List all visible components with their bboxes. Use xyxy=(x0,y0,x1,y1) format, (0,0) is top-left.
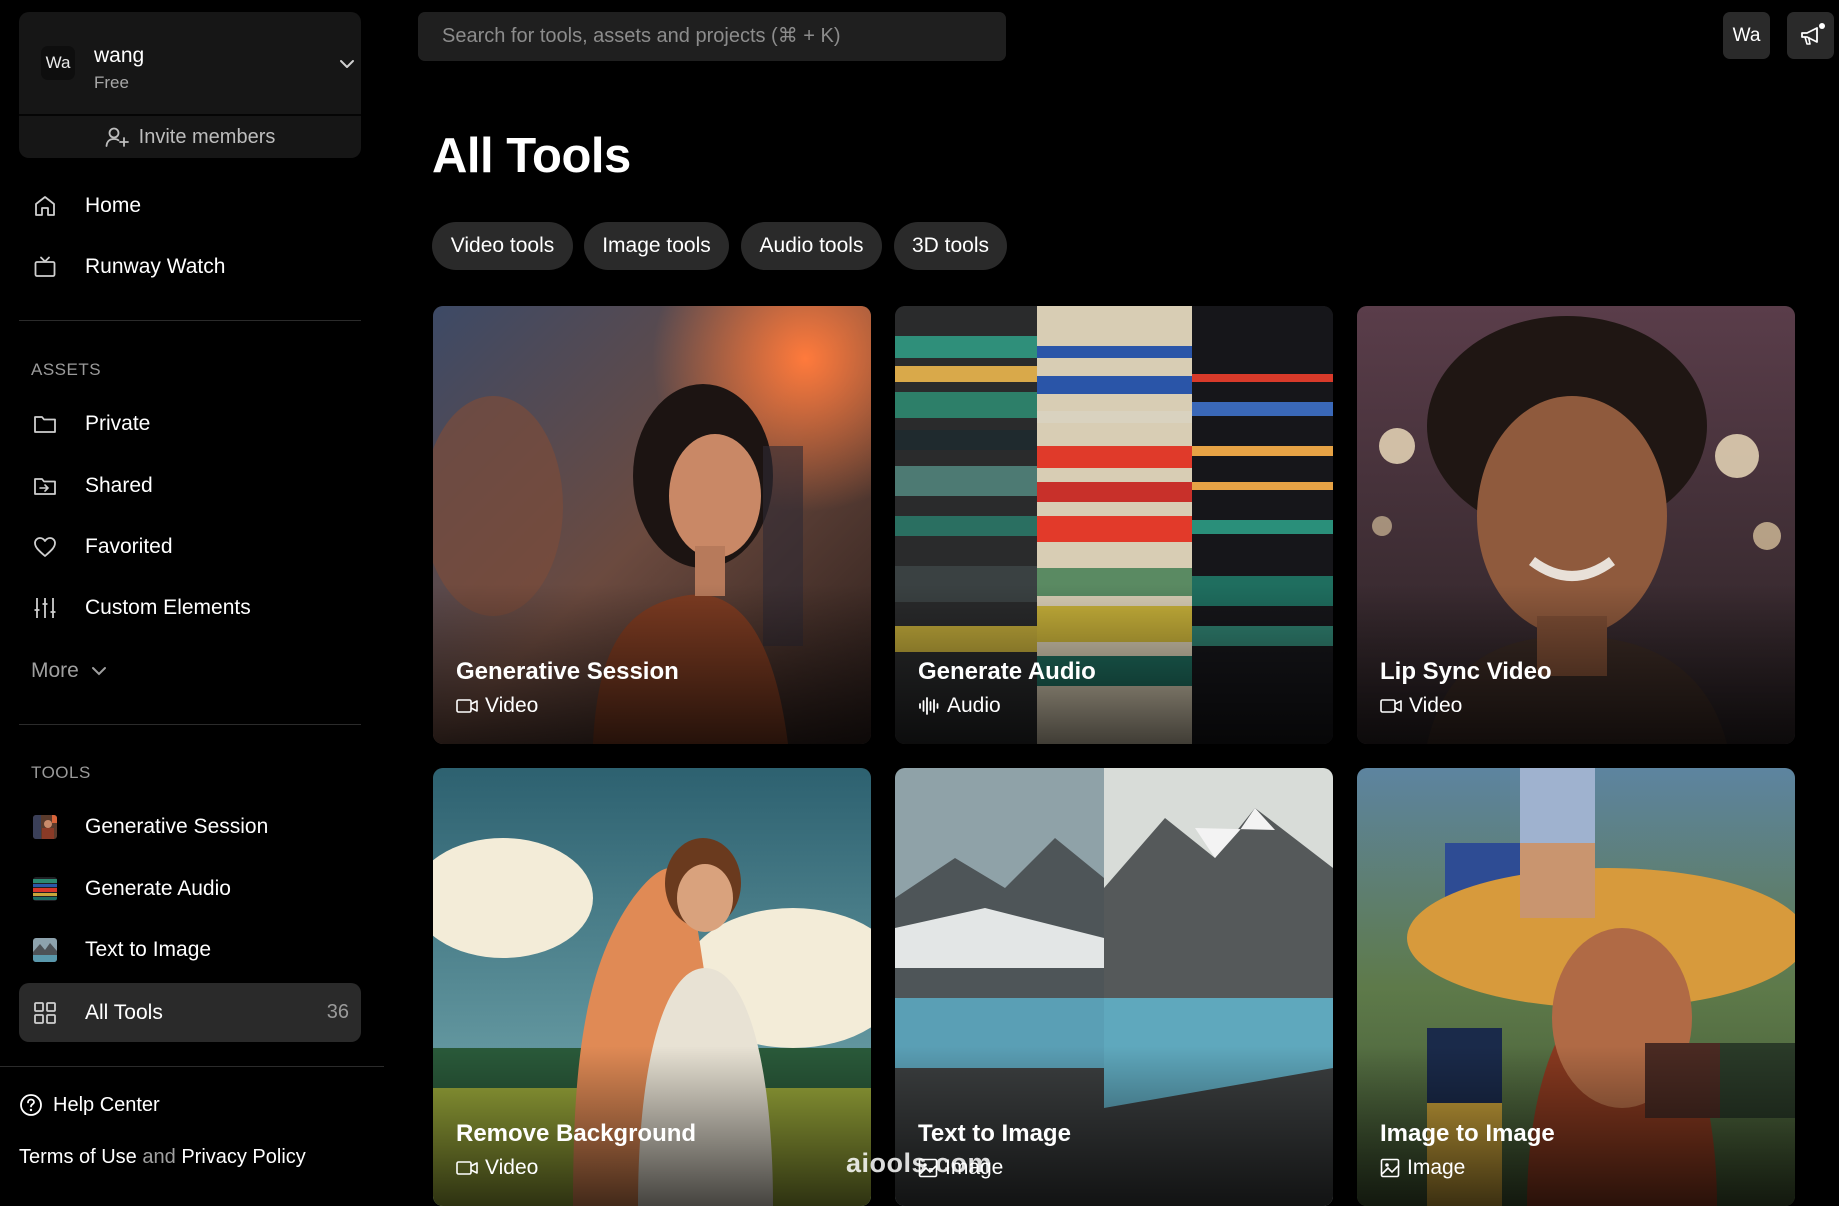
tool-card-type-label: Video xyxy=(485,1156,539,1179)
tool-card-title: Generate Audio xyxy=(918,658,1096,685)
terms-of-use-link[interactable]: Terms of Use xyxy=(19,1146,137,1168)
add-user-icon xyxy=(105,127,129,147)
grid-icon xyxy=(30,1001,60,1025)
sidebar-divider xyxy=(19,724,361,725)
invite-members-label: Invite members xyxy=(138,125,276,148)
tv-icon xyxy=(30,255,60,279)
text-to-image-thumbnail-icon xyxy=(30,938,60,962)
audio-wave-icon xyxy=(919,697,939,715)
account-avatar: Wa xyxy=(41,46,75,80)
help-center-link[interactable]: Help Center xyxy=(19,1090,160,1120)
sidebar-item-label: Generative Session xyxy=(85,815,269,838)
tool-card-image-to-image[interactable]: Image to Image Image xyxy=(1357,768,1795,1206)
tool-card-remove-background[interactable]: Remove Background Video xyxy=(433,768,871,1206)
sliders-icon xyxy=(30,596,60,620)
sidebar-item-label: Text to Image xyxy=(85,938,212,961)
sidebar-item-custom-elements[interactable]: Custom Elements xyxy=(19,582,361,634)
heart-icon xyxy=(30,536,60,558)
sidebar-item-runway-watch[interactable]: Runway Watch xyxy=(19,241,361,293)
tool-card-type: Video xyxy=(456,1156,538,1180)
tool-card-type-label: Image xyxy=(1407,1156,1466,1179)
sidebar-item-favorited[interactable]: Favorited xyxy=(19,521,361,573)
user-avatar-button[interactable]: Wa xyxy=(1723,12,1770,59)
tool-card-type: Image xyxy=(1380,1156,1465,1180)
sidebar-item-text-to-image[interactable]: Text to Image xyxy=(19,924,361,976)
tool-card-type-label: Audio xyxy=(947,694,1001,717)
more-label: More xyxy=(31,659,79,682)
account-switcher[interactable]: Wa wang Free xyxy=(19,12,361,102)
generate-audio-thumbnail-icon xyxy=(30,877,60,901)
tool-card-title: Text to Image xyxy=(918,1120,1071,1147)
account-plan: Free xyxy=(94,73,129,92)
sidebar-item-generative-session[interactable]: Generative Session xyxy=(19,801,361,853)
legal-links: Terms of Use and Privacy Policy xyxy=(19,1146,306,1169)
page-title: All Tools xyxy=(432,129,631,183)
sidebar-item-label: Runway Watch xyxy=(85,255,226,278)
sidebar-footer-divider xyxy=(0,1066,384,1067)
tool-card-lip-sync-video[interactable]: Lip Sync Video Video xyxy=(1357,306,1795,744)
folder-icon xyxy=(30,413,60,435)
filter-3d-tools[interactable]: 3D tools xyxy=(894,222,1007,270)
chevron-down-icon xyxy=(340,60,354,68)
video-camera-icon xyxy=(456,1161,478,1175)
sidebar-item-label: All Tools xyxy=(85,1000,163,1024)
help-center-label: Help Center xyxy=(53,1093,160,1116)
shared-folder-icon xyxy=(30,475,60,497)
sidebar-divider xyxy=(19,320,361,321)
watermark-text: aiools.com xyxy=(846,1148,993,1178)
tool-card-type-label: Video xyxy=(485,694,539,717)
tool-card-type-label: Video xyxy=(1409,694,1463,717)
tool-card-title: Generative Session xyxy=(456,658,679,685)
announcements-button[interactable] xyxy=(1787,12,1834,59)
filter-image-tools[interactable]: Image tools xyxy=(584,222,729,270)
sidebar-item-generate-audio[interactable]: Generate Audio xyxy=(19,863,361,915)
all-tools-count-badge: 36 xyxy=(326,1001,349,1023)
sidebar-item-label: Favorited xyxy=(85,535,173,558)
search-input[interactable] xyxy=(418,12,1006,61)
sidebar-item-all-tools[interactable]: All Tools 36 xyxy=(19,983,361,1042)
tool-card-generative-session[interactable]: Generative Session Video xyxy=(433,306,871,744)
sidebar-item-shared[interactable]: Shared xyxy=(19,460,361,512)
tool-card-title: Image to Image xyxy=(1380,1120,1555,1147)
sidebar-item-label: Shared xyxy=(85,474,153,497)
assets-section-label: ASSETS xyxy=(31,360,102,379)
generative-session-thumbnail-icon xyxy=(30,815,60,839)
sidebar-item-private[interactable]: Private xyxy=(19,398,361,450)
legal-and-text: and xyxy=(142,1146,176,1168)
home-icon xyxy=(30,194,60,218)
video-camera-icon xyxy=(456,699,478,713)
video-camera-icon xyxy=(1380,699,1402,713)
tool-card-title: Remove Background xyxy=(456,1120,697,1147)
account-name: wang xyxy=(94,44,145,67)
sidebar-item-label: Private xyxy=(85,412,151,435)
filter-video-tools[interactable]: Video tools xyxy=(432,222,573,270)
sidebar-item-label: Home xyxy=(85,194,142,217)
chevron-down-icon xyxy=(91,667,106,676)
tool-card-type: Audio xyxy=(918,694,1001,718)
sidebar-item-home[interactable]: Home xyxy=(19,180,361,232)
image-icon xyxy=(1380,1158,1400,1178)
sidebar: Wa wang Free Invite members Home Runway … xyxy=(0,0,384,1194)
notification-dot xyxy=(1819,23,1825,29)
tool-card-text-to-image[interactable]: Text to Image Image xyxy=(895,768,1333,1206)
tool-card-type: Video xyxy=(1380,694,1462,718)
privacy-policy-link[interactable]: Privacy Policy xyxy=(181,1146,305,1168)
tool-card-title: Lip Sync Video xyxy=(1380,658,1552,685)
more-button[interactable]: More xyxy=(31,655,107,687)
invite-members-button[interactable]: Invite members xyxy=(19,116,361,158)
sidebar-item-label: Generate Audio xyxy=(85,877,231,900)
help-icon xyxy=(20,1094,42,1116)
filter-audio-tools[interactable]: Audio tools xyxy=(741,222,882,270)
tools-section-label: TOOLS xyxy=(31,763,91,782)
sidebar-item-label: Custom Elements xyxy=(85,596,251,619)
tool-card-type: Video xyxy=(456,694,538,718)
account-card: Wa wang Free Invite members xyxy=(19,12,361,158)
tool-card-generate-audio[interactable]: Generate Audio Audio xyxy=(895,306,1333,744)
